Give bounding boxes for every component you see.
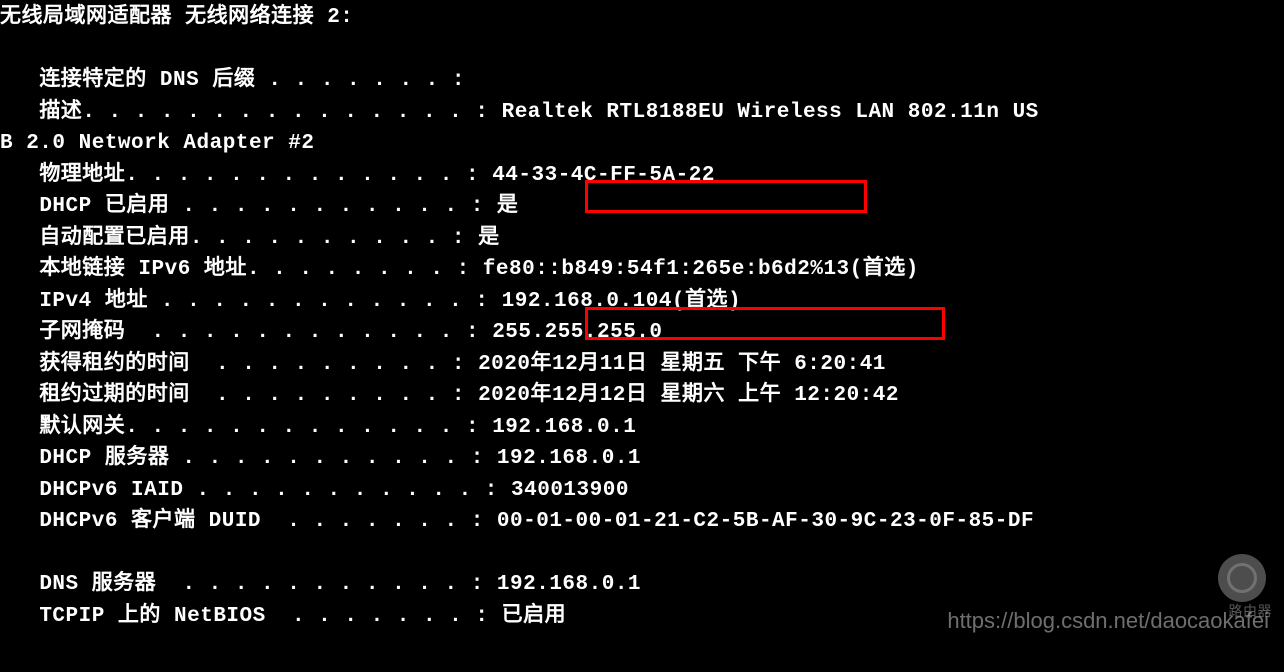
lease-obtained-label: 获得租约的时间 — [39, 353, 190, 376]
dots: . . . . . . . . — [247, 258, 457, 281]
dots: . . . . . . . . . . . . . . . — [82, 101, 475, 124]
subnet-mask-row: 子网掩码 . . . . . . . . . . . . : 255.255.2… — [0, 317, 1284, 349]
dots: . . . . . . . . . . — [190, 227, 452, 250]
dns-suffix-row: 连接特定的 DNS 后缀 . . . . . . . : — [0, 65, 1284, 97]
dhcp-server-label: DHCP 服务器 — [39, 447, 169, 470]
subnet-mask-value: 255.255.255.0 — [492, 321, 662, 344]
ipv4-row: IPv4 地址 . . . . . . . . . . . . : 192.16… — [0, 286, 1284, 318]
ipv6-local-row: 本地链接 IPv6 地址. . . . . . . . : fe80::b849… — [0, 254, 1284, 286]
auto-config-row: 自动配置已启用. . . . . . . . . . : 是 — [0, 223, 1284, 255]
blank-line-2 — [0, 538, 1284, 570]
dns-servers-label: DNS 服务器 — [39, 573, 156, 596]
description-wrap: B 2.0 Network Adapter #2 — [0, 128, 1284, 160]
dhcp-server-row: DHCP 服务器 . . . . . . . . . . . : 192.168… — [0, 443, 1284, 475]
physical-address-row: 物理地址. . . . . . . . . . . . . : 44-33-4C… — [0, 160, 1284, 192]
watermark-logo-icon — [1218, 554, 1266, 602]
lease-obtained-value: 2020年12月11日 星期五 下午 6:20:41 — [478, 353, 886, 376]
dns-servers-row: DNS 服务器 . . . . . . . . . . . : 192.168.… — [0, 569, 1284, 601]
dots: . . . . . . . . . . . . . — [125, 164, 466, 187]
dhcpv6-duid-label: DHCPv6 客户端 DUID — [39, 510, 261, 533]
ipv4-label: IPv4 地址 — [39, 290, 148, 313]
dhcpv6-duid-row: DHCPv6 客户端 DUID . . . . . . . : 00-01-00… — [0, 506, 1284, 538]
default-gateway-row: 默认网关. . . . . . . . . . . . . : 192.168.… — [0, 412, 1284, 444]
dhcpv6-iaid-value: 340013900 — [511, 479, 629, 502]
physical-address-label: 物理地址 — [39, 164, 125, 187]
lease-expires-label: 租约过期的时间 — [39, 384, 190, 407]
default-gateway-value: 192.168.0.1 — [492, 416, 636, 439]
subnet-mask-label: 子网掩码 — [39, 321, 125, 344]
adapter-header: 无线局域网适配器 无线网络连接 2: — [0, 2, 1284, 34]
dhcp-server-value: 192.168.0.1 — [497, 447, 641, 470]
blank-line — [0, 34, 1284, 66]
dots: . . . . . . . — [261, 510, 471, 533]
ipv4-value: 192.168.0.104(首选) — [502, 290, 742, 313]
dhcpv6-iaid-row: DHCPv6 IAID . . . . . . . . . . . : 3400… — [0, 475, 1284, 507]
auto-config-value: 是 — [478, 227, 500, 250]
dots: . . . . . . . . . . . . — [125, 321, 466, 344]
dots: . . . . . . . . . . . — [169, 447, 470, 470]
description-label: 描述 — [39, 101, 82, 124]
watermark-url: https://blog.csdn.net/daocaokafei — [947, 604, 1269, 637]
dots: . . . . . . . . . . . — [169, 195, 470, 218]
ipv6-local-value: fe80::b849:54f1:265e:b6d2%13(首选) — [483, 258, 919, 281]
netbios-label: TCPIP 上的 NetBIOS — [39, 605, 265, 628]
dots: . . . . . . . — [255, 69, 452, 92]
description-value: Realtek RTL8188EU Wireless LAN 802.11n U… — [502, 101, 1039, 124]
lease-expires-row: 租约过期的时间 . . . . . . . . . : 2020年12月12日 … — [0, 380, 1284, 412]
lease-expires-value: 2020年12月12日 星期六 上午 12:20:42 — [478, 384, 899, 407]
dots: . . . . . . . . . . . — [156, 573, 470, 596]
dots: . . . . . . . . . — [190, 384, 452, 407]
ipv6-local-label: 本地链接 IPv6 地址 — [39, 258, 247, 281]
dots: . . . . . . . . . — [190, 353, 452, 376]
dhcp-enabled-label: DHCP 已启用 — [39, 195, 169, 218]
netbios-value: 已启用 — [502, 605, 567, 628]
dns-servers-value: 192.168.0.1 — [497, 573, 641, 596]
dhcp-enabled-row: DHCP 已启用 . . . . . . . . . . . : 是 — [0, 191, 1284, 223]
auto-config-label: 自动配置已启用 — [39, 227, 190, 250]
dots: . . . . . . . — [266, 605, 476, 628]
description-row: 描述. . . . . . . . . . . . . . . : Realte… — [0, 97, 1284, 129]
default-gateway-label: 默认网关 — [39, 416, 125, 439]
dots: . . . . . . . . . . . — [183, 479, 484, 502]
dns-suffix-label: 连接特定的 DNS 后缀 — [39, 69, 255, 92]
dots: . . . . . . . . . . . . . — [125, 416, 466, 439]
dhcpv6-iaid-label: DHCPv6 IAID — [39, 479, 183, 502]
physical-address-value: 44-33-4C-FF-5A-22 — [492, 164, 715, 187]
lease-obtained-row: 获得租约的时间 . . . . . . . . . : 2020年12月11日 … — [0, 349, 1284, 381]
dhcpv6-duid-value: 00-01-00-01-21-C2-5B-AF-30-9C-23-0F-85-D… — [497, 510, 1034, 533]
dhcp-enabled-value: 是 — [497, 195, 519, 218]
dots: . . . . . . . . . . . . — [148, 290, 476, 313]
